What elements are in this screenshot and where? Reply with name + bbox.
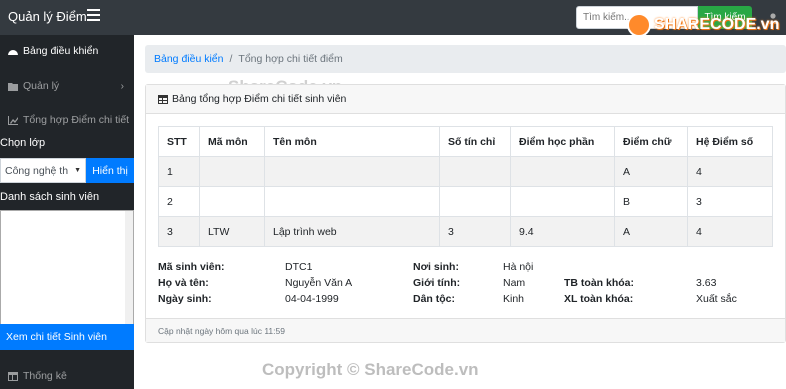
- table-cell: 3: [687, 186, 773, 217]
- sharecode-logo-text: SHARECODE.vn: [654, 16, 780, 33]
- column-header[interactable]: Số tín chỉ: [439, 126, 511, 157]
- rank-label: XL toàn khóa:: [564, 293, 634, 305]
- student-dob-value: 04-04-1999: [285, 293, 339, 305]
- grades-table: STT Mã môn Tên môn Số tín chỉ Điểm học p…: [158, 126, 773, 247]
- table-cell: Lập trình web: [264, 216, 440, 247]
- table-cell: 3: [439, 216, 511, 247]
- table-cell: 2: [158, 186, 200, 217]
- sidebar-item-label: Tổng hợp Điểm chi tiết: [23, 114, 130, 126]
- sidebar-item-dashboard[interactable]: Bảng điều khiển: [8, 45, 98, 57]
- class-select-value: Công nghệ th: [5, 164, 69, 177]
- column-header[interactable]: Mã môn: [199, 126, 265, 157]
- student-ethnic-label: Dân tộc:: [413, 293, 455, 305]
- show-button[interactable]: Hiển thị: [86, 158, 134, 183]
- student-id-label: Mã sinh viên:: [158, 261, 225, 273]
- card-title: Bảng tổng hợp Điểm chi tiết sinh viên: [172, 93, 347, 105]
- student-dob-label: Ngày sinh:: [158, 293, 212, 305]
- column-header[interactable]: Điểm chữ: [614, 126, 688, 157]
- student-list[interactable]: [0, 210, 134, 326]
- folder-icon: [8, 82, 18, 91]
- card-header: Bảng tổng hợp Điểm chi tiết sinh viên: [146, 85, 785, 114]
- column-header[interactable]: STT: [158, 126, 200, 157]
- grade-summary-card: Bảng tổng hợp Điểm chi tiết sinh viên ST…: [145, 84, 786, 343]
- chart-icon: [8, 115, 18, 125]
- table-cell: [439, 156, 511, 187]
- rank-value: Xuất sắc: [696, 293, 737, 305]
- card-footer: Cập nhật ngày hôm qua lúc 11:59: [146, 318, 785, 342]
- sidebar-item-manage[interactable]: Quản lý: [8, 80, 59, 92]
- table-cell: 3: [158, 216, 200, 247]
- class-select[interactable]: Công nghệ th ▼: [0, 158, 86, 183]
- sidebar-item-label: Thống kê: [23, 370, 67, 382]
- sidebar-item-label: Quản lý: [23, 80, 60, 92]
- table-row[interactable]: 1 A 4: [158, 156, 773, 187]
- choose-class-label: Chọn lớp: [0, 137, 46, 149]
- table-cell: [264, 156, 440, 187]
- student-list-label: Danh sách sinh viên: [0, 191, 100, 203]
- table-cell: [510, 186, 615, 217]
- brand-title[interactable]: Quản lý Điểm: [8, 9, 87, 24]
- sidebar: Bảng điều khiển Quản lý › Tổng hợp Điểm …: [0, 35, 134, 389]
- table-row[interactable]: 2 B 3: [158, 186, 773, 217]
- column-header[interactable]: Tên môn: [264, 126, 440, 157]
- top-navbar: Quản lý Điểm Tìm kiếm SHARECODE.vn: [0, 0, 786, 37]
- table-cell: [510, 156, 615, 187]
- breadcrumb-current: Tổng hợp chi tiết điểm: [238, 53, 343, 65]
- student-gender-value: Nam: [503, 277, 526, 289]
- student-hometown-value: Hà nội: [503, 261, 534, 273]
- table-cell: B: [614, 186, 688, 217]
- sharecode-logo: SHARECODE.vn: [627, 13, 779, 37]
- sidebar-item-statistics[interactable]: Thống kê: [8, 370, 67, 382]
- table-cell: LTW: [199, 216, 265, 247]
- table-icon: [8, 371, 18, 381]
- table-cell: [199, 156, 265, 187]
- table-cell: [264, 186, 440, 217]
- breadcrumb: Bảng điều kiển / Tổng hợp chi tiết điểm: [145, 45, 786, 73]
- sidebar-item-label: Bảng điều khiển: [23, 45, 99, 57]
- table-cell: 4: [687, 216, 773, 247]
- gpa-value: 3.63: [696, 277, 717, 289]
- column-header[interactable]: Hệ Điểm số: [687, 126, 773, 157]
- chevron-down-icon: ▼: [74, 167, 81, 174]
- table-cell: 9.4: [510, 216, 615, 247]
- breadcrumb-separator: /: [229, 53, 233, 65]
- sidebar-item-grade-summary[interactable]: Tổng hợp Điểm chi tiết: [8, 114, 129, 126]
- table-cell: A: [614, 216, 688, 247]
- breadcrumb-home-link[interactable]: Bảng điều kiển: [154, 53, 223, 65]
- menu-toggle-icon[interactable]: [87, 9, 100, 21]
- table-icon: [158, 94, 168, 104]
- table-cell: 4: [687, 156, 773, 187]
- list-scrollbar[interactable]: [125, 211, 133, 325]
- gpa-label: TB toàn khóa:: [564, 277, 634, 289]
- student-gender-label: Giới tính:: [413, 277, 461, 289]
- student-name-value: Nguyễn Văn A: [285, 277, 353, 289]
- dashboard-icon: [8, 49, 18, 55]
- student-name-label: Họ và tên:: [158, 277, 209, 289]
- table-cell: A: [614, 156, 688, 187]
- sharecode-logo-icon: [627, 13, 651, 37]
- table-cell: [199, 186, 265, 217]
- watermark-copyright: Copyright © ShareCode.vn: [262, 360, 479, 379]
- table-cell: [439, 186, 511, 217]
- table-cell: 1: [158, 156, 200, 187]
- view-student-detail-button[interactable]: Xem chi tiết Sinh viên: [0, 324, 134, 350]
- student-ethnic-value: Kinh: [503, 293, 525, 305]
- table-row[interactable]: 3 LTW Lập trình web 3 9.4 A 4: [158, 216, 773, 247]
- column-header[interactable]: Điểm học phần: [510, 126, 615, 157]
- chevron-right-icon: ›: [120, 81, 124, 92]
- student-hometown-label: Nơi sinh:: [413, 261, 459, 273]
- table-header-row: STT Mã môn Tên môn Số tín chỉ Điểm học p…: [158, 126, 773, 157]
- student-id-value: DTC1: [285, 261, 313, 273]
